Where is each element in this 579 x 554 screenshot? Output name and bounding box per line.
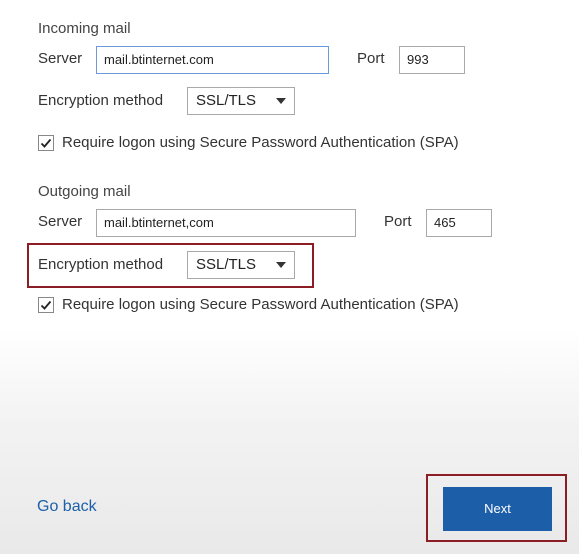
incoming-port-input[interactable]: 993	[399, 46, 465, 74]
checkmark-icon	[40, 300, 52, 310]
go-back-link[interactable]: Go back	[37, 498, 97, 516]
checkmark-icon	[40, 138, 52, 148]
incoming-server-label: Server	[38, 50, 83, 67]
incoming-encryption-label: Encryption method	[38, 92, 164, 109]
outgoing-encryption-label: Encryption method	[38, 256, 164, 273]
outgoing-encryption-dropdown[interactable]: SSL/TLS	[187, 251, 295, 279]
outgoing-port-label: Port	[384, 213, 412, 230]
outgoing-spa-label: Require logon using Secure Password Auth…	[62, 296, 459, 313]
incoming-server-input[interactable]: mail.btinternet.com	[96, 46, 329, 74]
incoming-spa-checkbox[interactable]	[38, 135, 54, 151]
chevron-down-icon	[276, 262, 286, 268]
outgoing-mail-heading: Outgoing mail	[38, 183, 131, 200]
incoming-port-label: Port	[357, 50, 385, 67]
incoming-encryption-dropdown[interactable]: SSL/TLS	[187, 87, 295, 115]
next-button[interactable]: Next	[443, 487, 552, 531]
incoming-encryption-value: SSL/TLS	[196, 92, 257, 109]
outgoing-server-input[interactable]: mail.btinternet,com	[96, 209, 356, 237]
outgoing-port-input[interactable]: 465	[426, 209, 492, 237]
chevron-down-icon	[276, 98, 286, 104]
incoming-spa-label: Require logon using Secure Password Auth…	[62, 134, 459, 151]
outgoing-server-label: Server	[38, 213, 83, 230]
incoming-mail-heading: Incoming mail	[38, 20, 131, 37]
outgoing-spa-checkbox[interactable]	[38, 297, 54, 313]
outgoing-encryption-value: SSL/TLS	[196, 256, 257, 273]
